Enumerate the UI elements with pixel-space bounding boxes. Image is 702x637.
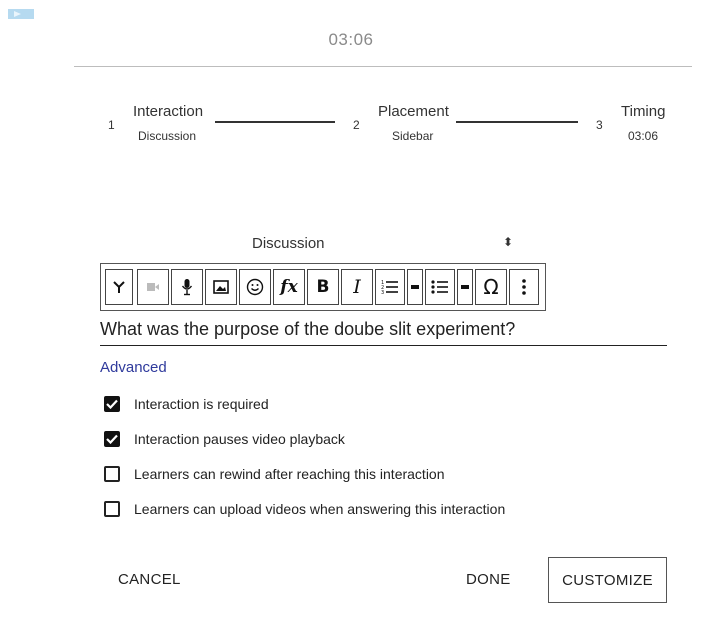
- list-indent-icon[interactable]: [457, 269, 473, 305]
- editor-toolbar: fx B I 123 Ω: [100, 263, 546, 311]
- stepper: 1 Interaction Discussion 2 Placement Sid…: [100, 100, 672, 150]
- step-connector: [456, 121, 578, 123]
- customize-button[interactable]: CUSTOMIZE: [548, 557, 667, 603]
- step-subtitle: Sidebar: [392, 129, 434, 143]
- emoji-icon[interactable]: [239, 269, 271, 305]
- option-required[interactable]: Interaction is required: [104, 394, 269, 414]
- select-arrows-icon: ⬍: [503, 235, 514, 249]
- italic-icon[interactable]: I: [341, 269, 373, 305]
- step-connector: [215, 121, 335, 123]
- microphone-icon[interactable]: [171, 269, 203, 305]
- step-title: Timing: [621, 103, 666, 120]
- option-label: Interaction pauses video playback: [134, 431, 345, 447]
- step-number: 3: [596, 118, 603, 132]
- numbered-list-icon[interactable]: 123: [375, 269, 405, 305]
- select-value: Discussion: [252, 235, 325, 252]
- checkbox-unchecked[interactable]: [104, 501, 120, 517]
- advanced-toggle[interactable]: Advanced: [100, 359, 167, 376]
- step-subtitle: 03:06: [628, 129, 659, 143]
- header-divider: [74, 66, 692, 67]
- option-rewind[interactable]: Learners can rewind after reaching this …: [104, 464, 445, 484]
- branch-icon[interactable]: [105, 269, 133, 305]
- option-label: Learners can rewind after reaching this …: [134, 466, 445, 482]
- video-icon[interactable]: [137, 269, 169, 305]
- image-icon[interactable]: [205, 269, 237, 305]
- step-title: Placement: [378, 103, 449, 120]
- checkbox-checked[interactable]: [104, 431, 120, 447]
- step-title: Interaction: [133, 103, 204, 120]
- formula-icon[interactable]: fx: [273, 269, 305, 305]
- step-number: 1: [108, 118, 115, 132]
- list-outdent-icon[interactable]: [407, 269, 423, 305]
- done-button[interactable]: DONE: [466, 571, 511, 588]
- cancel-button[interactable]: CANCEL: [118, 571, 181, 588]
- corner-logo-icon: [8, 9, 34, 19]
- more-icon[interactable]: [509, 269, 539, 305]
- option-pauses-playback[interactable]: Interaction pauses video playback: [104, 429, 345, 449]
- bulleted-list-icon[interactable]: [425, 269, 455, 305]
- bold-icon[interactable]: B: [307, 269, 339, 305]
- interaction-type-select[interactable]: Discussion ⬍: [100, 233, 520, 257]
- checkbox-checked[interactable]: [104, 396, 120, 412]
- checkbox-unchecked[interactable]: [104, 466, 120, 482]
- option-label: Interaction is required: [134, 396, 269, 412]
- step-subtitle: Discussion: [138, 129, 197, 143]
- svg-text:3: 3: [381, 290, 384, 296]
- video-timestamp: 03:06: [328, 30, 374, 49]
- step-number: 2: [353, 118, 360, 132]
- option-label: Learners can upload videos when answerin…: [134, 501, 506, 517]
- question-input[interactable]: What was the purpose of the doube slit e…: [100, 315, 667, 346]
- omega-icon[interactable]: Ω: [475, 269, 507, 305]
- option-upload-videos[interactable]: Learners can upload videos when answerin…: [104, 499, 505, 519]
